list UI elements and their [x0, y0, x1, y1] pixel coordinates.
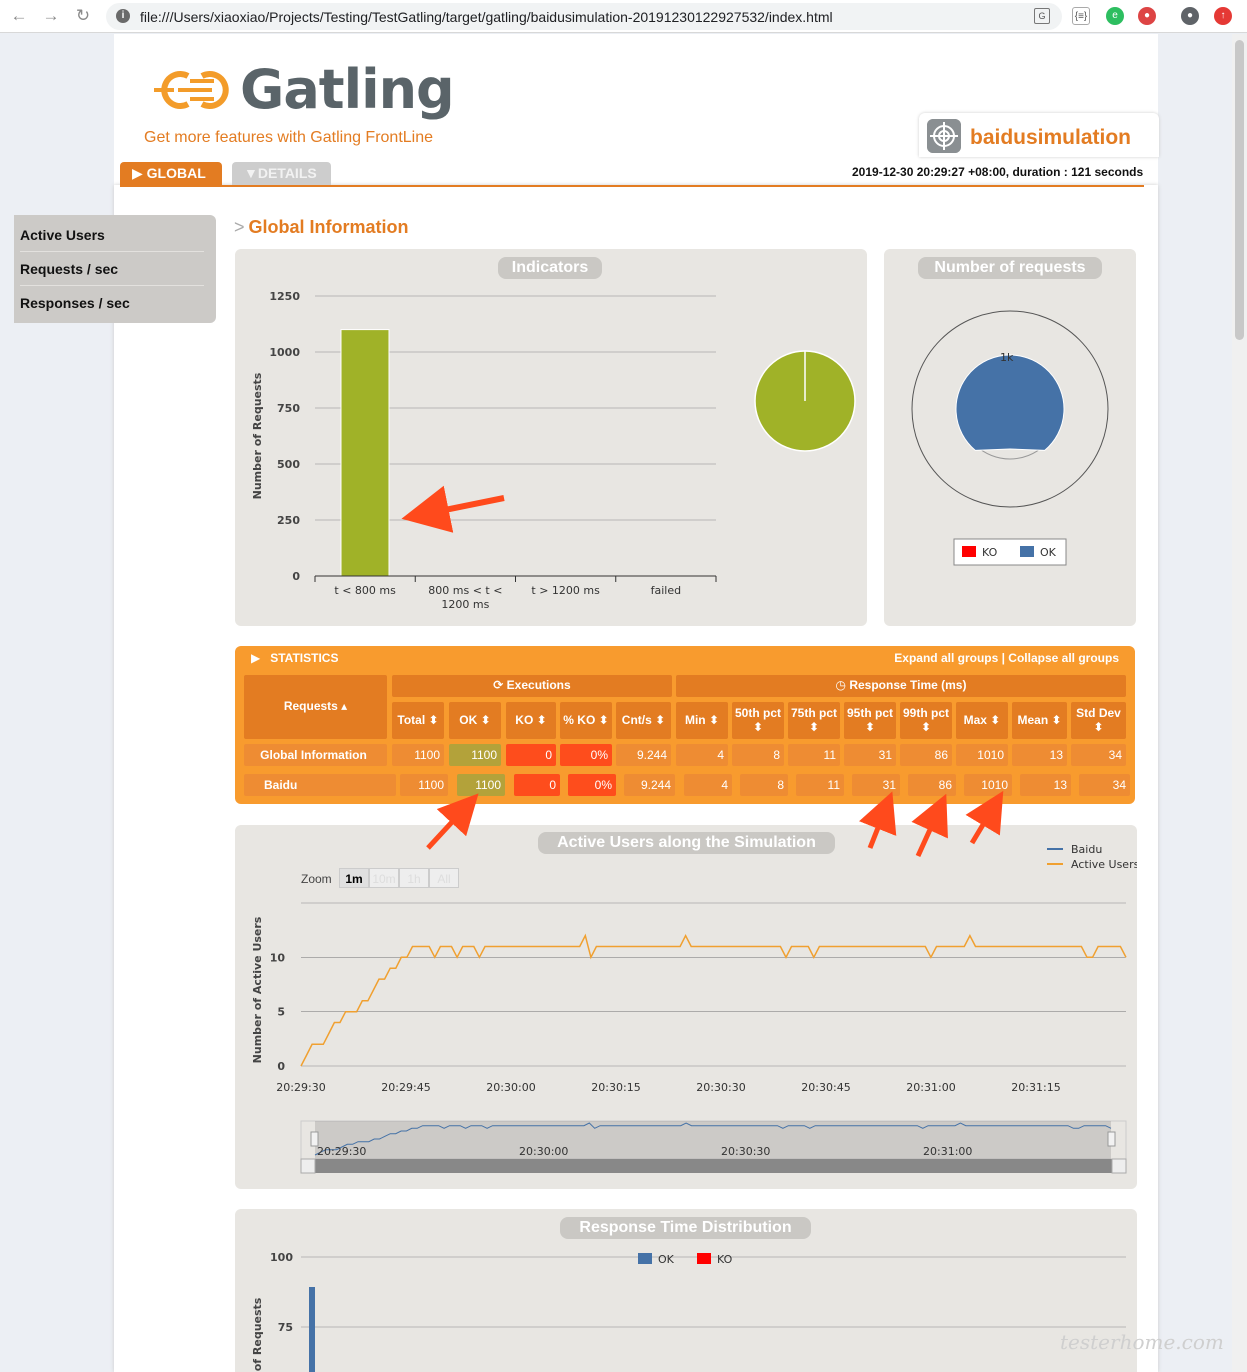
- annotation-arrow: [965, 790, 1004, 845]
- page-scrollbar-thumb[interactable]: [1235, 40, 1244, 340]
- annotation-arrow: [426, 793, 479, 850]
- annotation-arrow: [401, 485, 505, 533]
- annotation-arrow: [859, 791, 897, 849]
- watermark: testerhome.com: [1060, 1330, 1224, 1354]
- annotation-arrow: [911, 793, 948, 858]
- annotation-arrows: [401, 485, 1004, 858]
